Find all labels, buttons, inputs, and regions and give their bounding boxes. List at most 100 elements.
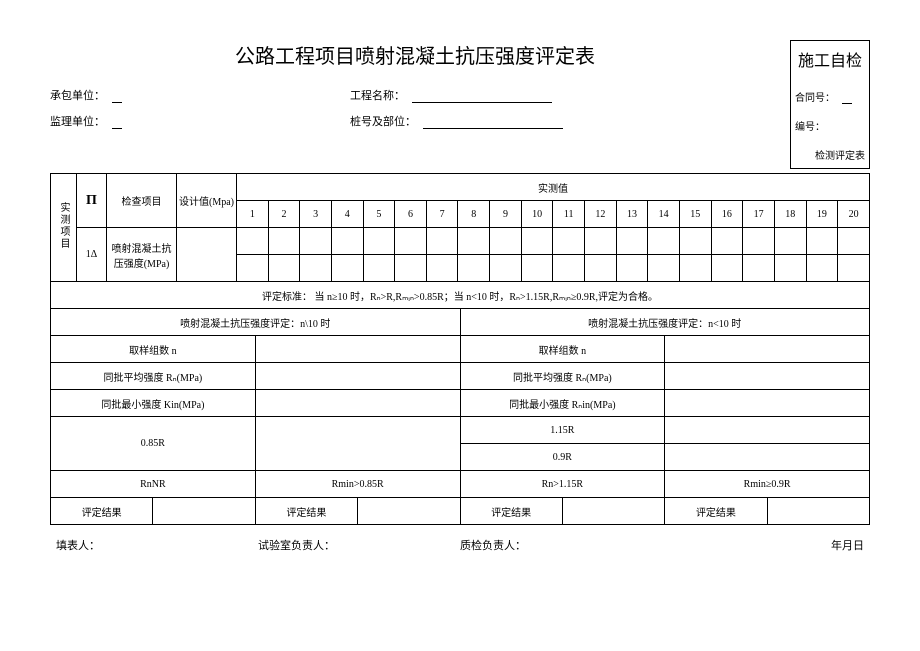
measured-item-header: 实测项目 — [51, 174, 77, 282]
contractor-label: 承包单位： — [50, 90, 105, 102]
rn115-cell: Rn>1.15R — [460, 471, 665, 498]
item-name-cell: 喷射混凝土抗压强度(MPa) — [107, 228, 177, 282]
result-label-3: 评定结果 — [460, 498, 562, 525]
avg-row: 同批平均强度 Rₙ(MPa) 同批平均强度 Rₙ(MPa) — [51, 363, 870, 390]
f09-label: 0.9R — [460, 444, 665, 471]
group-n-right-value — [665, 336, 870, 363]
rmin085-cell: Rmin>0.85R — [255, 471, 460, 498]
min-left-value — [255, 390, 460, 417]
data-cell — [711, 255, 743, 282]
page-title: 公路工程项目喷射混凝土抗压强度评定表 — [50, 40, 780, 69]
data-cell — [838, 228, 870, 255]
data-cell — [553, 255, 585, 282]
station-label: 桩号及部位： — [350, 116, 416, 128]
data-cell — [679, 228, 711, 255]
title-block: 公路工程项目喷射混凝土抗压强度评定表 承包单位： 工程名称： 监理单位： 桩号及… — [50, 40, 780, 139]
contract-no-value — [842, 91, 852, 104]
data-cell — [774, 228, 806, 255]
footer-row: 填表人： 试验室负责人： 质检负责人： 年月日 — [50, 537, 870, 553]
factor-row-1: 0.85R 1.15R — [51, 417, 870, 444]
col-11: 11 — [553, 201, 585, 228]
result-label-2: 评定结果 — [255, 498, 357, 525]
col-12: 12 — [585, 201, 617, 228]
result-label-1: 评定结果 — [51, 498, 153, 525]
col-20: 20 — [838, 201, 870, 228]
data-cell — [300, 255, 332, 282]
data-cell — [331, 255, 363, 282]
criteria-cell: 评定标准： 当 n≥10 时，Rₙ>R,Rₘᵢₙ>0.85R；当 n<10 时，… — [51, 282, 870, 309]
min-right-value — [665, 390, 870, 417]
col-14: 14 — [648, 201, 680, 228]
one-delta-cell: 1Δ — [77, 228, 107, 282]
avg-left-label: 同批平均强度 Rₙ(MPa) — [51, 363, 256, 390]
section-title-row: 喷射混凝土抗压强度评定：n\10 时 喷射混凝土抗压强度评定：n<10 时 — [51, 309, 870, 336]
avg-right-value — [665, 363, 870, 390]
f085-value — [255, 417, 460, 471]
f115-label: 1.15R — [460, 417, 665, 444]
min-right-label: 同批最小强度 Rₙin(MPa) — [460, 390, 665, 417]
data-cell — [331, 228, 363, 255]
group-n-left-label: 取样组数 n — [51, 336, 256, 363]
data-cell — [268, 255, 300, 282]
col-10: 10 — [521, 201, 553, 228]
project-value — [412, 90, 552, 103]
data-cell — [711, 228, 743, 255]
data-cell — [648, 255, 680, 282]
avg-right-label: 同批平均强度 Rₙ(MPa) — [460, 363, 665, 390]
data-cell — [553, 228, 585, 255]
station-value — [423, 116, 563, 129]
measured-value-header: 实测值 — [237, 174, 870, 201]
data-cell — [616, 255, 648, 282]
result-label-4: 评定结果 — [665, 498, 767, 525]
col-6: 6 — [395, 201, 427, 228]
doc-no-label: 编号： — [795, 122, 825, 133]
data-cell — [395, 255, 427, 282]
footer-lab: 试验室负责人： — [258, 537, 460, 553]
data-cell — [458, 228, 490, 255]
col-4: 4 — [331, 201, 363, 228]
supervisor-label: 监理单位： — [50, 116, 105, 128]
group-n-row: 取样组数 n 取样组数 n — [51, 336, 870, 363]
data-cell — [521, 255, 553, 282]
data-cell — [426, 255, 458, 282]
data-cell — [585, 228, 617, 255]
section-left-title: 喷射混凝土抗压强度评定：n\10 时 — [51, 309, 461, 336]
project-label: 工程名称： — [350, 90, 405, 102]
symbol-cell: П — [77, 174, 107, 228]
result-value-4 — [767, 498, 869, 525]
f115-value — [665, 417, 870, 444]
header-area: 公路工程项目喷射混凝土抗压强度评定表 承包单位： 工程名称： 监理单位： 桩号及… — [50, 40, 870, 169]
data-cell — [743, 228, 775, 255]
sidebox-bottom: 检测评定表 — [795, 147, 865, 162]
data-cell — [237, 255, 269, 282]
min-row: 同批最小强度 Kin(MPa) 同批最小强度 Rₙin(MPa) — [51, 390, 870, 417]
result-row: 评定结果 评定结果 评定结果 评定结果 — [51, 498, 870, 525]
data-cell — [490, 228, 522, 255]
col-7: 7 — [426, 201, 458, 228]
criteria-row: 评定标准： 当 n≥10 时，Rₙ>R,Rₘᵢₙ>0.85R；当 n<10 时，… — [51, 282, 870, 309]
rnnr-cell: RnNR — [51, 471, 256, 498]
data-cell — [806, 255, 838, 282]
f085-label: 0.85R — [51, 417, 256, 471]
data-cell — [838, 255, 870, 282]
footer-filler: 填表人： — [56, 537, 258, 553]
contractor-value — [112, 90, 122, 103]
f09-value — [665, 444, 870, 471]
section-right-title: 喷射混凝土抗压强度评定：n<10 时 — [460, 309, 870, 336]
data-cell — [237, 228, 269, 255]
data-cell — [521, 228, 553, 255]
data-cell — [268, 228, 300, 255]
col-17: 17 — [743, 201, 775, 228]
data-cell — [648, 228, 680, 255]
col-16: 16 — [711, 201, 743, 228]
design-value-header: 设计值(Mpa) — [177, 174, 237, 228]
result-value-1 — [153, 498, 255, 525]
avg-left-value — [255, 363, 460, 390]
formula-row: RnNR Rmin>0.85R Rn>1.15R Rmin≥0.9R — [51, 471, 870, 498]
col-8: 8 — [458, 201, 490, 228]
col-15: 15 — [679, 201, 711, 228]
supervisor-value — [112, 116, 122, 129]
min-left-label: 同批最小强度 Kin(MPa) — [51, 390, 256, 417]
group-n-left-value — [255, 336, 460, 363]
result-table: 评定结果 评定结果 评定结果 评定结果 — [50, 498, 870, 525]
